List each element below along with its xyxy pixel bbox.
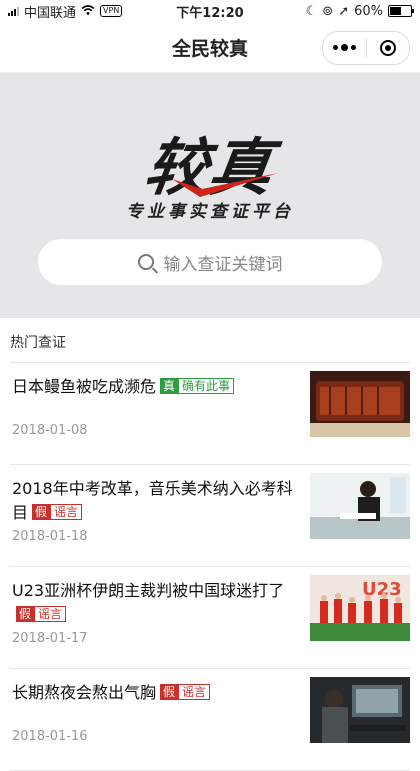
- item-date: 2018-01-17: [12, 631, 88, 646]
- status-bar: 中国联通 VPN 下午12:20 ☾ ⊚ ➚ 60%: [0, 0, 420, 22]
- item-title-text: 日本鳗鱼被吃成濒危: [12, 377, 157, 396]
- verdict-label: 谣言: [34, 606, 67, 622]
- lock-rotation-icon: ⊚: [322, 3, 334, 19]
- list-item[interactable]: 日本鳗鱼被吃成濒危真确有此事 2018-01-08: [10, 363, 410, 465]
- item-title: U23亚洲杯伊朗主裁判被中国球迷打了假谣言: [12, 579, 294, 627]
- verdict-label: 确有此事: [178, 378, 235, 394]
- moon-icon: ☾: [305, 3, 318, 19]
- close-miniprogram-button[interactable]: [367, 32, 410, 64]
- item-date: 2018-01-08: [12, 423, 88, 438]
- fact-check-list: 日本鳗鱼被吃成濒危真确有此事 2018-01-08 2018年中考改革，音乐美术纳入…: [0, 363, 420, 771]
- item-title: 长期熬夜会熬出气胸假谣言: [12, 681, 294, 705]
- football-thumbnail: U23: [310, 575, 410, 641]
- night-work-thumbnail: [310, 677, 410, 743]
- eel-thumbnail: [310, 371, 410, 437]
- list-item[interactable]: 长期熬夜会熬出气胸假谣言 2018-01-16: [10, 669, 410, 771]
- item-title-text: 长期熬夜会熬出气胸: [12, 683, 157, 702]
- verdict-label: 谣言: [178, 684, 211, 700]
- verdict-label: 谣言: [50, 504, 83, 520]
- page-title: 全民较真: [171, 37, 248, 60]
- verdict-tag: 假谣言: [32, 504, 83, 520]
- more-button[interactable]: [323, 32, 366, 64]
- verdict-tag: 真确有此事: [160, 378, 235, 394]
- verdict-tag: 假谣言: [160, 684, 211, 700]
- item-date: 2018-01-18: [12, 529, 88, 544]
- verdict-badge: 假: [16, 606, 35, 622]
- item-title: 2018年中考改革，音乐美术纳入必考科目假谣言: [12, 477, 294, 525]
- search-input[interactable]: 输入查证关键词: [38, 239, 382, 285]
- search-placeholder: 输入查证关键词: [163, 254, 283, 275]
- verdict-badge: 假: [160, 684, 179, 700]
- target-icon: [379, 40, 396, 56]
- battery-icon: [388, 5, 414, 17]
- list-item[interactable]: 2018年中考改革，音乐美术纳入必考科目假谣言 2018-01-18: [10, 465, 410, 567]
- hero-banner: 较真 专业事实查证平台 输入查证关键词: [0, 73, 420, 318]
- list-item[interactable]: U23亚洲杯伊朗主裁判被中国球迷打了假谣言 2018-01-17 U23: [10, 567, 410, 669]
- item-date: 2018-01-16: [12, 729, 88, 744]
- battery-percent: 60%: [354, 3, 383, 19]
- section-title: 热门查证: [10, 318, 410, 363]
- verdict-badge: 真: [160, 378, 179, 394]
- exam-thumbnail: [310, 473, 410, 539]
- verdict-tag: 假谣言: [16, 606, 67, 622]
- vpn-badge: VPN: [100, 5, 123, 17]
- wifi-icon: [81, 4, 95, 19]
- item-title-text: U23亚洲杯伊朗主裁判被中国球迷打了: [12, 581, 285, 600]
- search-icon: [137, 254, 154, 270]
- slogan: 专业事实查证平台: [126, 202, 294, 222]
- signal-icon: [8, 6, 19, 16]
- nav-bar: 全民较真: [0, 22, 420, 73]
- more-dots-icon: [332, 44, 356, 51]
- carrier-name: 中国联通: [24, 5, 77, 21]
- location-icon: ➚: [338, 3, 350, 19]
- miniprogram-capsule: [322, 31, 410, 65]
- item-title: 日本鳗鱼被吃成濒危真确有此事: [12, 375, 294, 399]
- verdict-badge: 假: [32, 504, 51, 520]
